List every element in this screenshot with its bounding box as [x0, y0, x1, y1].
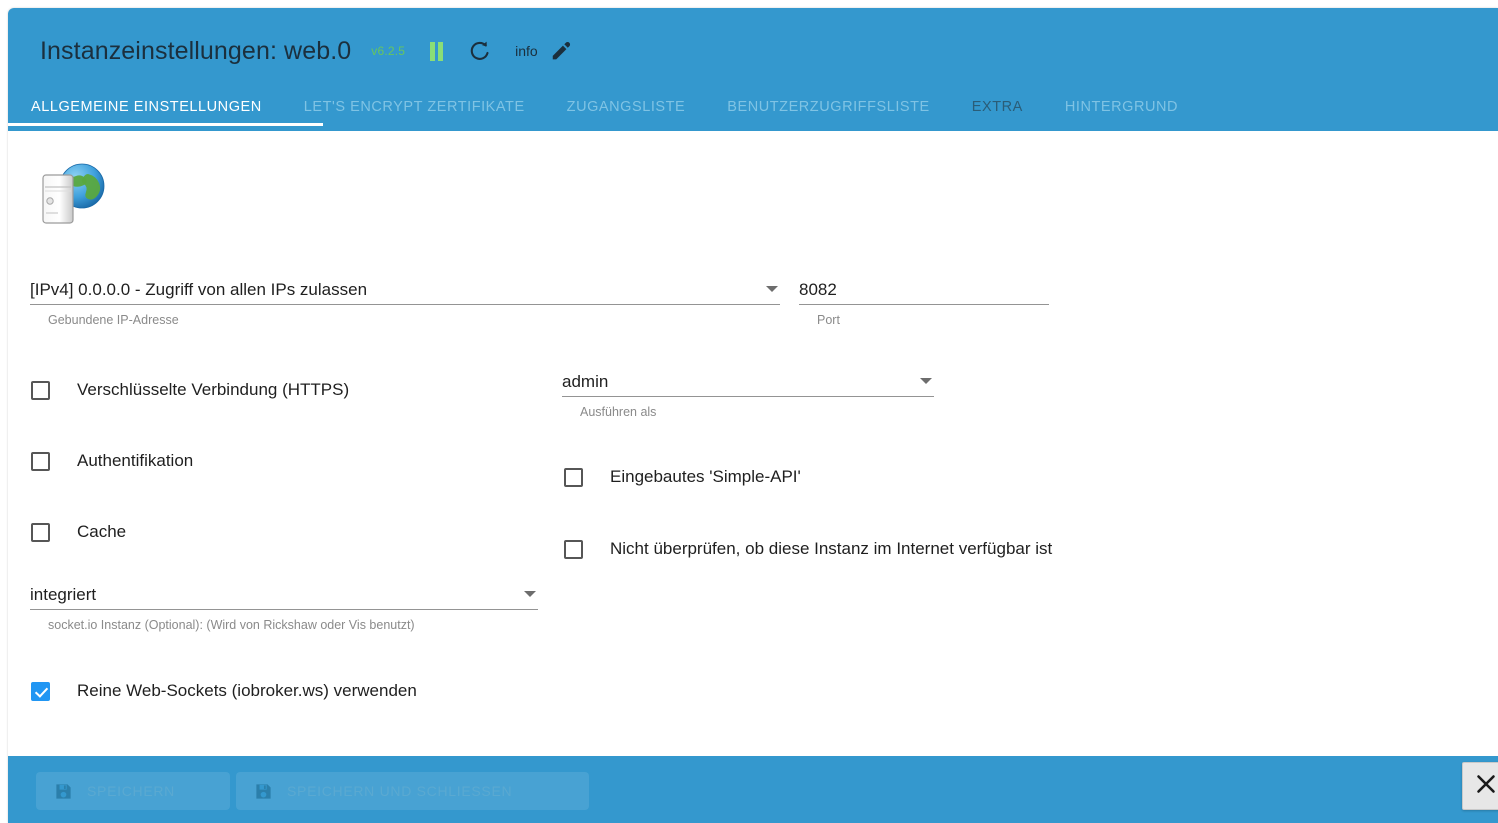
active-tab-indicator	[8, 123, 323, 126]
run-as-field[interactable]: admin Ausführen als	[562, 368, 934, 419]
save-button-label: SPEICHERN	[87, 783, 175, 799]
checkbox-no-internet-check-label: Nicht überprüfen, ob diese Instanz im In…	[610, 539, 1053, 558]
bind-ip-helper: Gebundene IP-Adresse	[48, 313, 179, 327]
refresh-icon[interactable]	[467, 38, 493, 64]
version-badge: v6.2.5	[371, 44, 406, 58]
checkbox-authentifikation-label: Authentifikation	[77, 451, 194, 470]
socketio-helper: socket.io Instanz (Optional): (Wird von …	[48, 618, 415, 632]
save-button[interactable]: SPEICHERN	[36, 772, 230, 810]
save-and-close-button-label: SPEICHERN UND SCHLIESSEN	[287, 783, 513, 799]
settings-content: [IPv4] 0.0.0.0 - Zugriff von allen IPs z…	[8, 131, 1498, 756]
checkbox-no-internet-check[interactable]: Nicht überprüfen, ob diese Instanz im In…	[564, 539, 1052, 559]
checkbox-pure-websockets[interactable]: Reine Web-Sockets (iobroker.ws) verwende…	[31, 681, 417, 701]
floppy-disk-icon	[54, 782, 73, 801]
close-button[interactable]	[1462, 762, 1498, 810]
top-gutter	[0, 0, 1498, 8]
header-title-row: Instanzeinstellungen: web.0 v6.2.5 info	[40, 30, 574, 72]
instance-settings-dialog: Instanzeinstellungen: web.0 v6.2.5 info	[8, 8, 1498, 823]
close-icon	[1474, 772, 1498, 801]
pencil-icon[interactable]	[548, 38, 574, 64]
tab-benutzerzugriffsliste[interactable]: BENUTZERZUGRIFFSLISTE	[727, 84, 929, 130]
chevron-down-icon[interactable]	[524, 591, 536, 597]
web-adapter-icon	[32, 161, 112, 227]
bind-ip-field[interactable]: [IPv4] 0.0.0.0 - Zugriff von allen IPs z…	[30, 276, 780, 327]
tab-lets-encrypt-zertifikate[interactable]: LET'S ENCRYPT ZERTIFIKATE	[304, 84, 525, 130]
socketio-instance-field[interactable]: integriert socket.io Instanz (Optional):…	[30, 581, 538, 632]
checkbox-box[interactable]	[31, 522, 50, 542]
info-link[interactable]: info	[515, 43, 538, 59]
chevron-down-icon[interactable]	[920, 378, 932, 384]
dialog-header: Instanzeinstellungen: web.0 v6.2.5 info	[8, 8, 1498, 131]
chevron-down-icon[interactable]	[766, 286, 778, 292]
floppy-disk-icon	[254, 782, 273, 801]
checkbox-box[interactable]	[564, 539, 583, 559]
checkbox-authentifikation[interactable]: Authentifikation	[31, 451, 193, 471]
port-helper: Port	[817, 313, 840, 327]
run-as-helper: Ausführen als	[580, 405, 657, 419]
checkbox-box[interactable]	[564, 467, 583, 487]
checkbox-simple-api-label: Eingebautes 'Simple-API'	[610, 467, 801, 486]
checkbox-box[interactable]	[31, 681, 50, 701]
checkbox-box[interactable]	[31, 380, 50, 400]
run-as-value: admin	[562, 372, 609, 391]
save-and-close-button[interactable]: SPEICHERN UND SCHLIESSEN	[236, 772, 589, 810]
pause-icon[interactable]	[423, 38, 449, 64]
tab-hintergrund[interactable]: HINTERGRUND	[1065, 84, 1178, 130]
checkbox-simple-api[interactable]: Eingebautes 'Simple-API'	[564, 467, 801, 487]
page-title: Instanzeinstellungen: web.0	[40, 36, 352, 65]
tab-zugangsliste[interactable]: ZUGANGSLISTE	[567, 84, 686, 130]
tab-extra[interactable]: EXTRA	[972, 84, 1023, 130]
checkbox-https-label: Verschlüsselte Verbindung (HTTPS)	[77, 380, 350, 399]
port-field[interactable]: 8082 Port	[799, 276, 1049, 327]
dialog-footer: SPEICHERN SPEICHERN UND SCHLIESSEN	[8, 756, 1498, 823]
app-root: Instanzeinstellungen: web.0 v6.2.5 info	[0, 0, 1498, 823]
socketio-value: integriert	[30, 585, 97, 604]
checkbox-cache-label: Cache	[77, 522, 127, 541]
checkbox-cache[interactable]: Cache	[31, 522, 126, 542]
checkbox-https[interactable]: Verschlüsselte Verbindung (HTTPS)	[31, 380, 349, 400]
checkbox-pure-websockets-label: Reine Web-Sockets (iobroker.ws) verwende…	[77, 681, 417, 700]
port-value: 8082	[799, 280, 837, 299]
checkbox-box[interactable]	[31, 451, 50, 471]
bind-ip-value: [IPv4] 0.0.0.0 - Zugriff von allen IPs z…	[30, 280, 368, 299]
